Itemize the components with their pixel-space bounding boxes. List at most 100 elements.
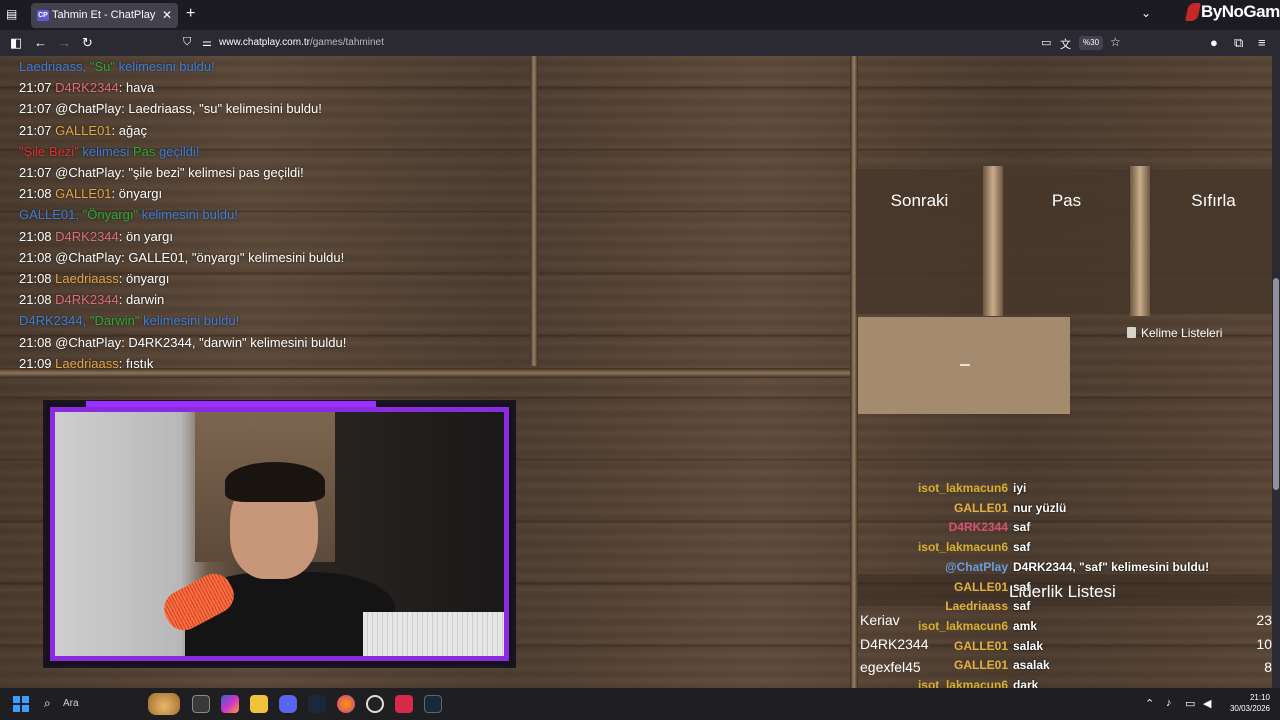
overlay-chat-text: dark xyxy=(1013,678,1039,688)
permissions-icon[interactable]: ⚌ xyxy=(202,36,212,49)
scroll-thumb[interactable] xyxy=(1273,278,1279,490)
overlay-chat-user: D4RK2344 xyxy=(948,520,1008,535)
overlay-chat-text: saf xyxy=(1013,599,1031,614)
firefox-icon[interactable] xyxy=(337,695,355,713)
bynogame-watermark: ByNoGame xyxy=(1185,1,1280,25)
search-icon[interactable]: ⌕ xyxy=(44,696,51,711)
reset-button[interactable]: Sıfırla xyxy=(1150,169,1272,314)
copilot-icon[interactable] xyxy=(221,695,239,713)
page-scrollbar[interactable] xyxy=(1272,56,1280,688)
pass-button[interactable]: Pas xyxy=(1003,169,1130,314)
url-text[interactable]: www.chatplay.com.tr/games/tahminet xyxy=(219,37,384,48)
word-display-box xyxy=(858,317,1070,414)
steam-icon[interactable] xyxy=(308,695,326,713)
tab-close-icon[interactable]: ✕ xyxy=(162,8,172,22)
overlay-chat-user: isot_lakmacun6 xyxy=(917,481,1008,495)
chevron-down-icon[interactable]: ⌄ xyxy=(1141,6,1151,20)
chat-message: 21:08 D4RK2344: ön yargı xyxy=(19,229,173,244)
volume-icon[interactable]: ◀ xyxy=(1203,697,1211,710)
chat-segment: "Şile Bezi" xyxy=(19,143,79,159)
reload-icon[interactable]: ↻ xyxy=(82,35,93,51)
chat-segment: kelimesi xyxy=(78,143,133,159)
account-icon[interactable]: ● xyxy=(1210,35,1218,50)
tab-list-icon[interactable]: ▤ xyxy=(6,7,22,23)
overlay-chat-user: isot_lakmacun6 xyxy=(917,618,1008,633)
chat-segment: kelimesini buldu! xyxy=(139,313,240,329)
chat-segment: : hava xyxy=(118,80,155,96)
chat-segment: 21:08 xyxy=(19,186,56,202)
steam-secondary-icon[interactable] xyxy=(424,695,442,713)
file-explorer-icon[interactable] xyxy=(250,695,268,713)
plank-divider xyxy=(850,56,858,688)
discord-icon[interactable] xyxy=(279,695,297,713)
webcam-overlay xyxy=(43,400,516,668)
streamer-hair xyxy=(225,462,325,502)
word-lists-label: Kelime Listeleri xyxy=(1141,326,1223,340)
new-tab-icon[interactable]: + xyxy=(186,5,195,23)
obs-icon[interactable] xyxy=(366,695,384,713)
url-bar[interactable]: ⛉ ⚌ www.chatplay.com.tr/games/tahminet ▭… xyxy=(176,32,1130,54)
browser-tab[interactable]: CP Tahmin Et - ChatPlay ✕ xyxy=(31,3,178,28)
chevron-up-icon[interactable]: ⌃ xyxy=(1145,697,1154,710)
chat-segment: 21:07 @ChatPlay: "şile bezi" kelimesi pa… xyxy=(19,165,304,180)
chat-segment: "Önyargı" xyxy=(82,207,139,223)
game-page: Laedriaass, "Su" kelimesini buldu! 21:07 … xyxy=(0,56,1272,688)
chat-segment: 21:07 @ChatPlay: Laedriaass, "su" kelime… xyxy=(19,101,322,117)
plank-divider xyxy=(530,56,538,366)
zoom-level[interactable]: %30 xyxy=(1079,36,1104,50)
chat-segment: GALLE01 xyxy=(55,122,112,138)
chat-message: "Şile Bezi" kelimesi Pas geçildi! xyxy=(19,144,199,159)
overlay-chat-text: iyi xyxy=(1013,481,1027,495)
chat-message: 21:08 @ChatPlay: D4RK2344, "darwin" keli… xyxy=(19,335,346,350)
chat-segment: geçildi! xyxy=(155,143,200,159)
chat-segment: 21:07 xyxy=(19,80,56,96)
overlay-chat-text: salak xyxy=(1013,638,1044,653)
plank-divider xyxy=(983,166,1003,316)
overlay-chat-text: saf xyxy=(1013,540,1031,555)
overlay-chat-user: GALLE01 xyxy=(953,579,1008,594)
windows-start-icon[interactable] xyxy=(13,696,29,712)
word-placeholder xyxy=(960,364,970,366)
chatplay-favicon-icon: CP xyxy=(37,10,49,21)
word-lists-button[interactable]: Kelime Listeleri xyxy=(1127,326,1222,340)
reader-view-icon[interactable]: ▭ xyxy=(1041,36,1051,49)
taskbar-search-input[interactable]: Ara xyxy=(63,698,79,709)
next-button[interactable]: Sonraki xyxy=(856,169,983,314)
extensions-icon[interactable]: ⧉ xyxy=(1234,35,1243,51)
overlay-chat-user: Laedriaass xyxy=(945,599,1008,614)
bookmark-star-icon[interactable]: ☆ xyxy=(1110,35,1121,49)
browser-nav-bar: ◧ ← → ↻ ⛉ ⚌ www.chatplay.com.tr/games/ta… xyxy=(0,30,1280,56)
chat-segment: D4RK2344, xyxy=(19,313,90,329)
overlay-chat-user: GALLE01 xyxy=(953,500,1008,515)
task-view-icon[interactable] xyxy=(192,695,210,713)
chat-message: Laedriaass, "Su" kelimesini buldu! xyxy=(19,59,215,74)
network-icon[interactable]: ▭ xyxy=(1185,697,1195,710)
chat-message: 21:07 GALLE01: ağaç xyxy=(19,123,147,138)
webcam-accent-bar xyxy=(86,401,376,407)
taskbar-clock[interactable]: 21:10 30/03/2026 xyxy=(1226,692,1270,714)
translate-icon[interactable]: 文 xyxy=(1060,36,1071,52)
forward-arrow-icon[interactable]: → xyxy=(58,35,71,50)
sidebar-toggle-icon[interactable]: ◧ xyxy=(10,35,22,51)
overlay-chat-user: GALLE01 xyxy=(953,658,1008,673)
chat-message: 21:08 D4RK2344: darwin xyxy=(19,292,164,307)
shield-icon[interactable]: ⛉ xyxy=(183,36,191,49)
menu-icon[interactable]: ≡ xyxy=(1258,35,1266,50)
chat-message: GALLE01, "Önyargı" kelimesini buldu! xyxy=(19,207,238,222)
search-highlight-image[interactable] xyxy=(148,693,180,715)
streaming-app-icon[interactable] xyxy=(395,695,413,713)
chat-segment: : ön yargı xyxy=(118,228,173,244)
overlay-chat-user: isot_lakmacun6 xyxy=(917,540,1008,555)
chat-segment: 21:09 xyxy=(19,355,56,371)
back-arrow-icon[interactable]: ← xyxy=(34,35,47,50)
overlay-chat-user: GALLE01 xyxy=(953,638,1008,653)
overlay-chat-text: D4RK2344, "saf" kelimesini buldu! xyxy=(1013,559,1210,574)
microphone-tray-icon[interactable]: ♪ xyxy=(1166,697,1172,709)
leaderboard-score: 8 xyxy=(1264,659,1272,675)
chat-segment: Laedriaass xyxy=(55,355,119,371)
chat-segment: 21:08 xyxy=(19,228,56,244)
overlay-chat-text: nur yüzlü xyxy=(1013,500,1067,515)
chat-segment: kelimesini buldu! xyxy=(114,59,215,74)
chat-segment: GALLE01, xyxy=(19,207,83,223)
leaderboard-name: Keriav xyxy=(860,612,900,628)
